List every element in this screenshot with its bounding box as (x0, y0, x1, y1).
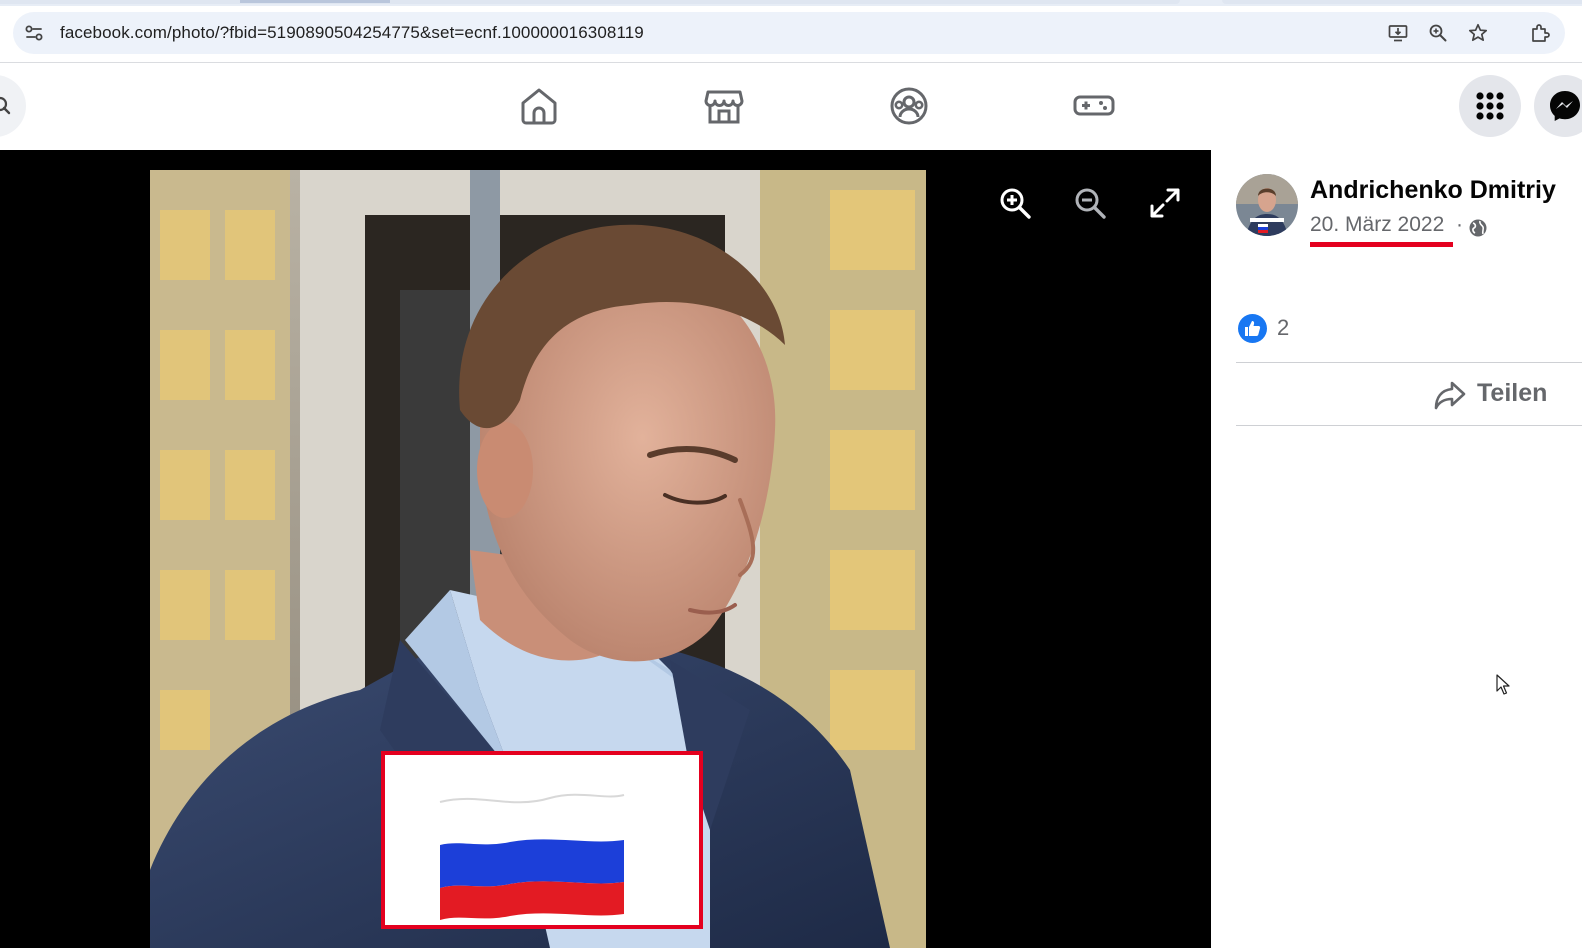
like-count[interactable]: 2 (1277, 315, 1289, 341)
menu-button[interactable] (1459, 75, 1521, 137)
install-app-icon[interactable] (1388, 23, 1408, 43)
divider (1236, 425, 1582, 426)
extensions-icon[interactable] (1530, 23, 1550, 43)
active-tab-indicator (240, 0, 390, 3)
marketplace-icon[interactable] (702, 84, 746, 128)
like-icon[interactable] (1238, 314, 1267, 343)
browser-tab[interactable] (1222, 0, 1582, 4)
menu-grid-icon (1476, 92, 1504, 120)
messenger-icon (1550, 91, 1580, 121)
share-label: Teilen (1477, 379, 1548, 407)
facebook-top-nav (0, 63, 1582, 150)
gaming-icon[interactable] (1072, 84, 1116, 128)
post-details-panel: Andrichenko Dmitriy 20. März 2022 · 2 Te… (1211, 150, 1582, 948)
fullscreen-icon[interactable] (1148, 186, 1182, 220)
zoom-in-icon[interactable] (998, 186, 1032, 220)
home-icon[interactable] (517, 84, 561, 128)
date-annotation-underline (1310, 242, 1453, 247)
share-button[interactable]: Teilen (1433, 374, 1573, 416)
post-date[interactable]: 20. März 2022 (1310, 213, 1444, 237)
url-text[interactable]: facebook.com/photo/?fbid=519089050425477… (60, 12, 644, 54)
photo-viewer (0, 150, 1211, 948)
search-icon (0, 96, 11, 115)
mouse-cursor-icon (1496, 674, 1510, 695)
browser-tab-strip (0, 0, 1582, 6)
address-bar[interactable]: facebook.com/photo/?fbid=519089050425477… (13, 12, 1565, 54)
groups-icon[interactable] (887, 84, 931, 128)
browser-tab[interactable] (0, 0, 1180, 4)
avatar[interactable] (1236, 174, 1298, 236)
zoom-icon[interactable] (1428, 23, 1448, 43)
bookmark-star-icon[interactable] (1468, 23, 1488, 43)
divider (1236, 362, 1582, 363)
search-button[interactable] (0, 75, 26, 137)
post-photo[interactable] (150, 170, 926, 948)
zoom-out-icon[interactable] (1073, 186, 1107, 220)
site-info-icon[interactable] (24, 23, 44, 43)
date-separator: · (1456, 213, 1463, 236)
globe-icon[interactable] (1468, 218, 1488, 238)
share-icon (1434, 381, 1466, 410)
messenger-button[interactable] (1534, 75, 1582, 137)
post-author[interactable]: Andrichenko Dmitriy (1310, 176, 1556, 205)
